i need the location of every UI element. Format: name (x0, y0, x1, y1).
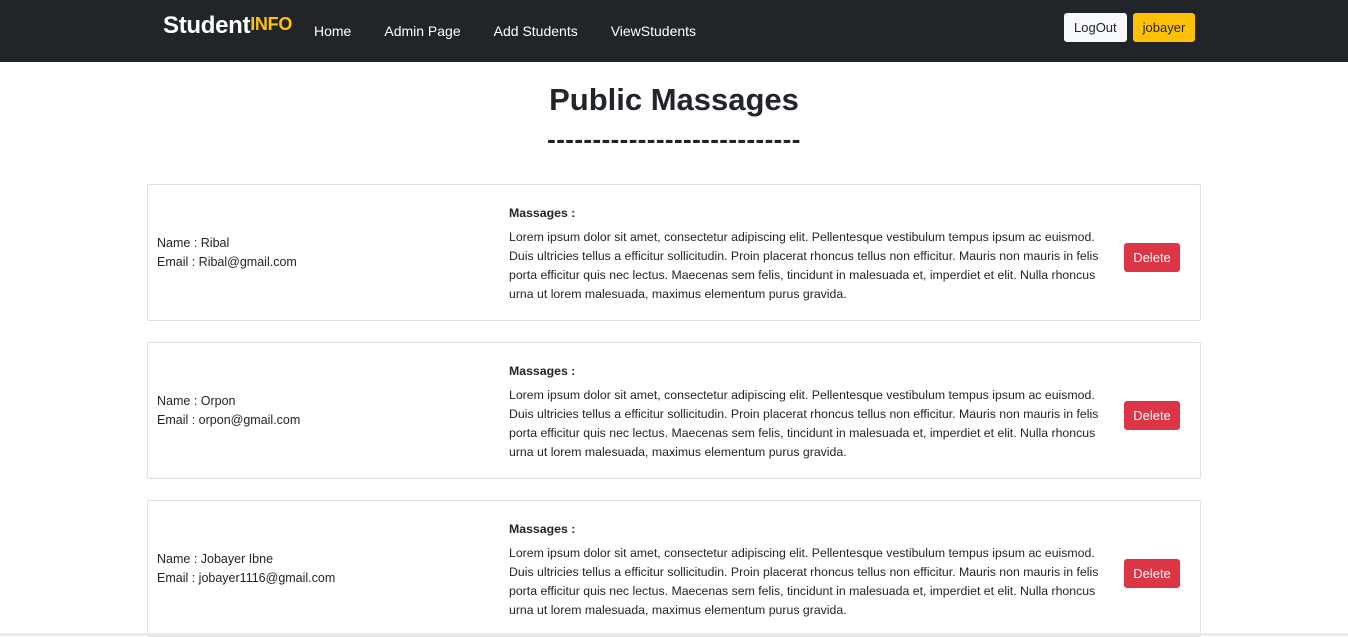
nav-link-admin-page[interactable]: Admin Page (384, 23, 460, 39)
page-title: Public Massages (549, 82, 799, 117)
brand-accent-text: INFO (250, 14, 293, 34)
message-body: Lorem ipsum dolor sit amet, consectetur … (509, 230, 1099, 301)
delete-button[interactable]: Delete (1124, 559, 1180, 588)
nav-link-add-students[interactable]: Add Students (494, 23, 578, 39)
brand-logo[interactable]: StudentINFO (163, 12, 292, 40)
message-label: Massages : (509, 206, 576, 220)
delete-button[interactable]: Delete (1124, 243, 1180, 272)
nav-links: Home Admin Page Add Students ViewStudent… (314, 0, 729, 62)
message-body: Lorem ipsum dolor sit amet, consectetur … (509, 388, 1099, 459)
logout-button[interactable]: LogOut (1064, 13, 1127, 42)
sender-name: Name : Ribal (157, 235, 230, 250)
title-divider: ---------------------------- (547, 124, 801, 154)
brand-main-text: Student (163, 12, 251, 39)
delete-button[interactable]: Delete (1124, 401, 1180, 430)
nav-actions: LogOut jobayer (1064, 13, 1196, 42)
navbar: StudentINFO Home Admin Page Add Students… (0, 0, 1348, 62)
sender-email: Email : orpon@gmail.com (157, 412, 301, 427)
sender-info: Name : Orpon Email : orpon@gmail.com (157, 343, 300, 478)
message-label: Massages : (509, 364, 576, 378)
sender-email: Email : jobayer1116@gmail.com (157, 570, 336, 585)
message-body: Lorem ipsum dolor sit amet, consectetur … (509, 546, 1099, 617)
nav-link-home[interactable]: Home (314, 23, 351, 39)
sender-name: Name : Orpon (157, 393, 236, 408)
user-button[interactable]: jobayer (1132, 13, 1196, 42)
sender-name: Name : Jobayer Ibne (157, 551, 274, 566)
nav-link-view-students[interactable]: ViewStudents (611, 23, 696, 39)
message-card: Name : Ribal Email : Ribal@gmail.com Mas… (147, 184, 1201, 321)
message-content: Massages : Lorem ipsum dolor sit amet, c… (509, 520, 1104, 620)
sender-email: Email : Ribal@gmail.com (157, 254, 297, 269)
sender-info: Name : Ribal Email : Ribal@gmail.com (157, 185, 297, 320)
message-card: Name : Jobayer Ibne Email : jobayer1116@… (147, 500, 1201, 637)
message-content: Massages : Lorem ipsum dolor sit amet, c… (509, 362, 1104, 462)
sender-info: Name : Jobayer Ibne Email : jobayer1116@… (157, 501, 335, 636)
message-label: Massages : (509, 522, 576, 536)
message-content: Massages : Lorem ipsum dolor sit amet, c… (509, 204, 1104, 304)
message-card: Name : Orpon Email : orpon@gmail.com Mas… (147, 342, 1201, 479)
